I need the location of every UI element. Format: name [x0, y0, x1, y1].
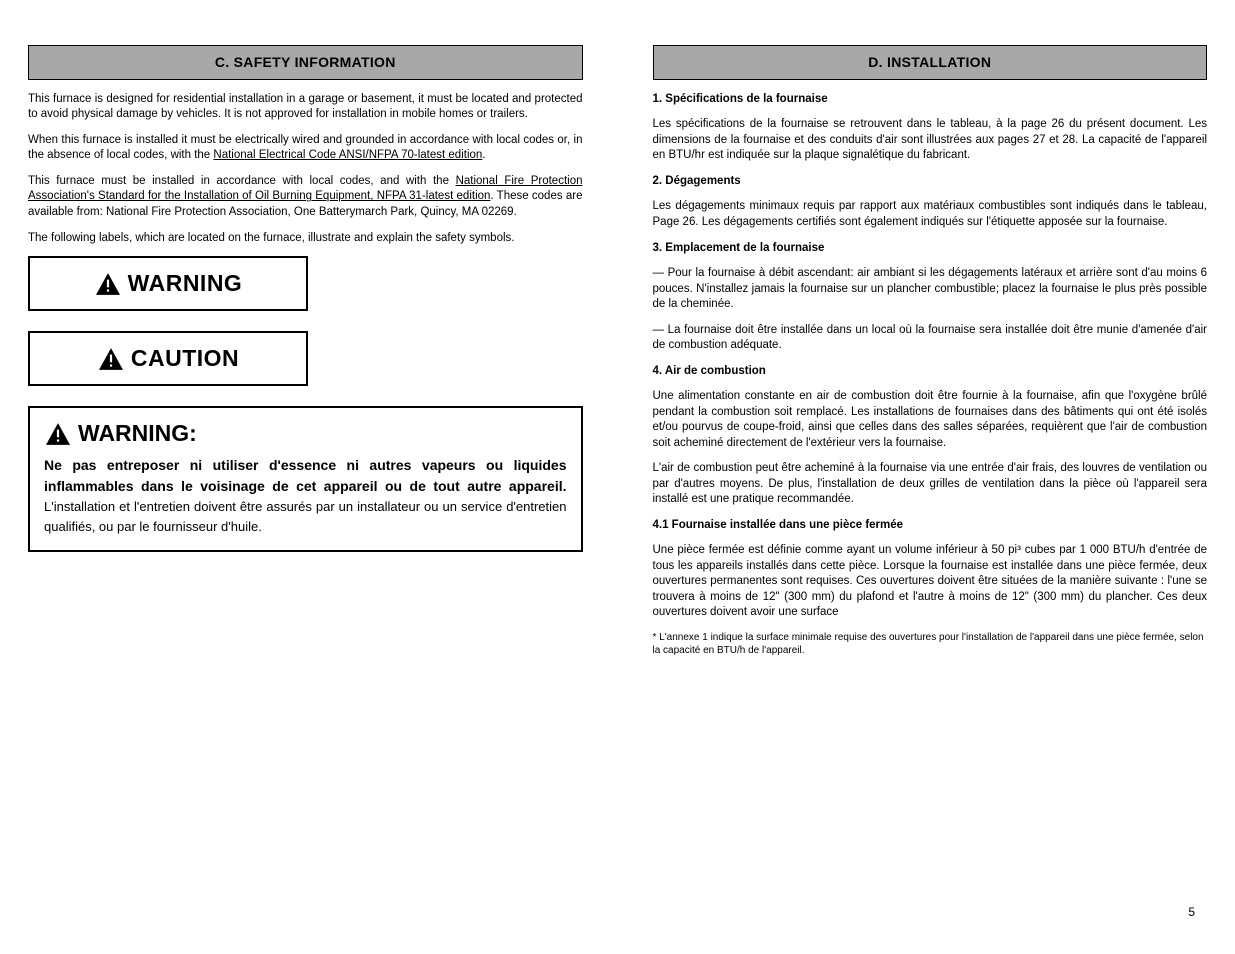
warning-triangle-icon — [97, 347, 125, 371]
paragraph: L'air de combustion peut être acheminé à… — [653, 461, 1208, 508]
left-column: C. SAFETY INFORMATION This furnace is de… — [28, 45, 583, 658]
subsection-title: 1. Spécifications de la fournaise — [653, 92, 1208, 108]
subsection-ref: 4.1 Fournaise installée dans une pièce f… — [653, 518, 1208, 534]
warning-triangle-icon — [44, 422, 72, 446]
link-text: National Electrical Code ANSI/NFPA 70-la… — [213, 149, 482, 161]
text: This furnace must be installed in accord… — [28, 175, 456, 187]
subsection-title: 3. Emplacement de la fournaise — [653, 241, 1208, 257]
paragraph: Une pièce fermée est définie comme ayant… — [653, 543, 1208, 621]
right-column: D. INSTALLATION 1. Spécifications de la … — [653, 45, 1208, 658]
caution-label-box: CAUTION — [28, 331, 308, 386]
paragraph: Les dégagements minimaux requis par rapp… — [653, 199, 1208, 230]
paragraph: This furnace must be installed in accord… — [28, 174, 583, 221]
warning-body-rest: L'installation et l'entretien doivent êt… — [44, 499, 567, 534]
warning-body-text: Ne pas entreposer ni utiliser d'essence … — [44, 455, 567, 536]
subsection-title: 2. Dégagements — [653, 174, 1208, 190]
text: . — [482, 149, 485, 161]
page-number: 5 — [1188, 904, 1195, 920]
section-header-installation: D. INSTALLATION — [653, 45, 1208, 80]
warning-details-box: WARNING: Ne pas entreposer ni utiliser d… — [28, 406, 583, 552]
paragraph: This furnace is designed for residential… — [28, 92, 583, 123]
warning-signal-word: WARNING: — [78, 418, 197, 449]
warning-body-bold: Ne pas entreposer ni utiliser d'essence … — [44, 457, 567, 494]
paragraph: — La fournaise doit être installée dans … — [653, 323, 1208, 354]
warning-label-text: WARNING — [128, 268, 243, 299]
warning-label-box: WARNING — [28, 256, 308, 311]
footnote: * L'annexe 1 indique la surface minimale… — [653, 631, 1208, 658]
paragraph: The following labels, which are located … — [28, 231, 583, 247]
caution-label-text: CAUTION — [131, 343, 239, 374]
paragraph: Une alimentation constante en air de com… — [653, 389, 1208, 451]
warning-triangle-icon — [94, 272, 122, 296]
paragraph: Les spécifications de la fournaise se re… — [653, 117, 1208, 164]
paragraph: — Pour la fournaise à débit ascendant: a… — [653, 266, 1208, 313]
paragraph: When this furnace is installed it must b… — [28, 133, 583, 164]
subsection-title: 4. Air de combustion — [653, 364, 1208, 380]
section-header-safety: C. SAFETY INFORMATION — [28, 45, 583, 80]
